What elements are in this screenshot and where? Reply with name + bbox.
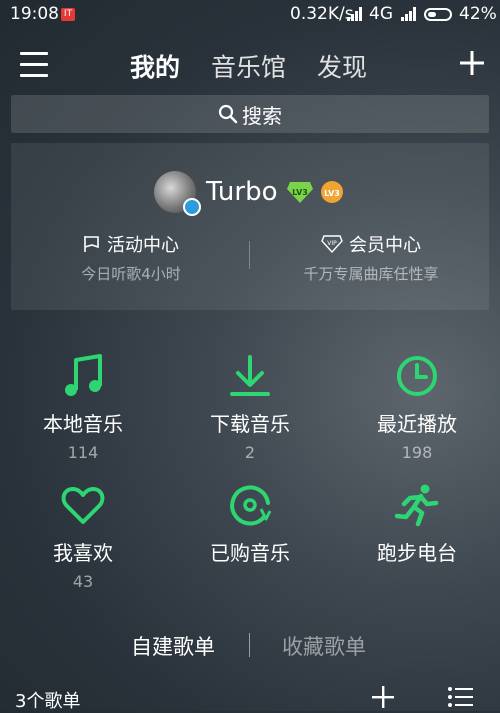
purchased-music-label: 已购音乐	[210, 541, 290, 565]
svg-text:VIP: VIP	[327, 240, 337, 247]
local-music-count: 114	[67, 443, 99, 462]
search-icon	[218, 104, 238, 124]
activity-center-title: 活动中心	[107, 235, 179, 256]
running-radio-label: 跑步电台	[377, 541, 457, 565]
add-icon[interactable]	[459, 50, 485, 76]
add-playlist-icon[interactable]	[372, 686, 394, 708]
status-bar: 19:08 IT 0.32K/s 4G 42%	[0, 0, 500, 30]
downloaded-music-label: 下载音乐	[210, 412, 290, 436]
favorites-item[interactable]: 我喜欢 43	[3, 480, 163, 591]
top-nav: 我的 音乐馆 发现	[0, 38, 500, 93]
purchased-music-item[interactable]: 已购音乐	[170, 480, 330, 566]
recently-played-item[interactable]: 最近播放 198	[337, 351, 497, 462]
recently-played-label: 最近播放	[377, 412, 457, 436]
battery-percent: 42%	[459, 4, 497, 24]
avatar[interactable]	[154, 171, 201, 216]
favorites-count: 43	[72, 572, 94, 591]
purchased-disc-icon	[230, 485, 272, 526]
downloaded-music-item[interactable]: 下载音乐 2	[170, 351, 330, 462]
vip-center-title: 会员中心	[349, 235, 421, 256]
network-type: 4G	[369, 4, 393, 24]
card-divider	[249, 241, 250, 269]
local-music-item[interactable]: 本地音乐 114	[3, 351, 163, 462]
signal-icon	[401, 7, 416, 21]
tab-collected-playlists[interactable]: 收藏歌单	[282, 631, 366, 661]
vip-icon: VIP	[321, 235, 343, 253]
network-speed: 0.32K/s	[290, 4, 354, 24]
manage-list-icon[interactable]	[447, 686, 473, 708]
username[interactable]: Turbo	[206, 177, 278, 207]
app-notification-badge: IT	[61, 8, 75, 21]
playlist-count: 3个歌单	[15, 691, 81, 712]
activity-center-subtitle: 今日听歌4小时	[81, 265, 181, 283]
music-level-badge-icon: LV3	[321, 181, 343, 203]
battery-icon	[424, 8, 452, 21]
search-label: 搜索	[242, 103, 282, 128]
search-bar[interactable]: 搜索	[11, 95, 489, 133]
vip-center-link[interactable]: VIP 会员中心 千万专属曲库任性享	[281, 231, 461, 284]
activity-center-link[interactable]: 活动中心 今日听歌4小时	[51, 231, 211, 284]
running-icon	[394, 484, 439, 527]
signal-icon	[347, 7, 362, 21]
tab-discover[interactable]: 发现	[317, 48, 367, 84]
music-level-badge-text: LV3	[324, 189, 340, 198]
tab-mine[interactable]: 我的	[130, 48, 180, 84]
menu-button[interactable]	[20, 52, 50, 78]
heart-icon	[61, 486, 105, 524]
profile-card: Turbo LV3 LV3 活动中心 今日听歌4小时 VIP 会员中心 千万专属…	[11, 143, 489, 310]
tab-created-playlists[interactable]: 自建歌单	[131, 631, 215, 661]
local-music-label: 本地音乐	[43, 412, 123, 436]
vip-center-subtitle: 千万专属曲库任性享	[303, 265, 439, 283]
clock-icon	[397, 356, 437, 396]
playlist-tab-divider	[249, 633, 250, 657]
level-badge-text: LV3	[292, 188, 308, 197]
status-time: 19:08	[10, 4, 59, 24]
favorites-label: 我喜欢	[53, 541, 113, 565]
recently-played-count: 198	[401, 443, 433, 462]
flag-icon	[84, 236, 99, 252]
download-icon	[230, 355, 270, 396]
music-note-icon	[65, 354, 102, 396]
running-radio-item[interactable]: 跑步电台	[337, 480, 497, 566]
level-badge-icon: LV3	[287, 182, 313, 203]
tab-music-hall[interactable]: 音乐馆	[211, 48, 286, 84]
downloaded-music-count: 2	[244, 443, 256, 462]
verified-badge-icon	[183, 198, 201, 216]
